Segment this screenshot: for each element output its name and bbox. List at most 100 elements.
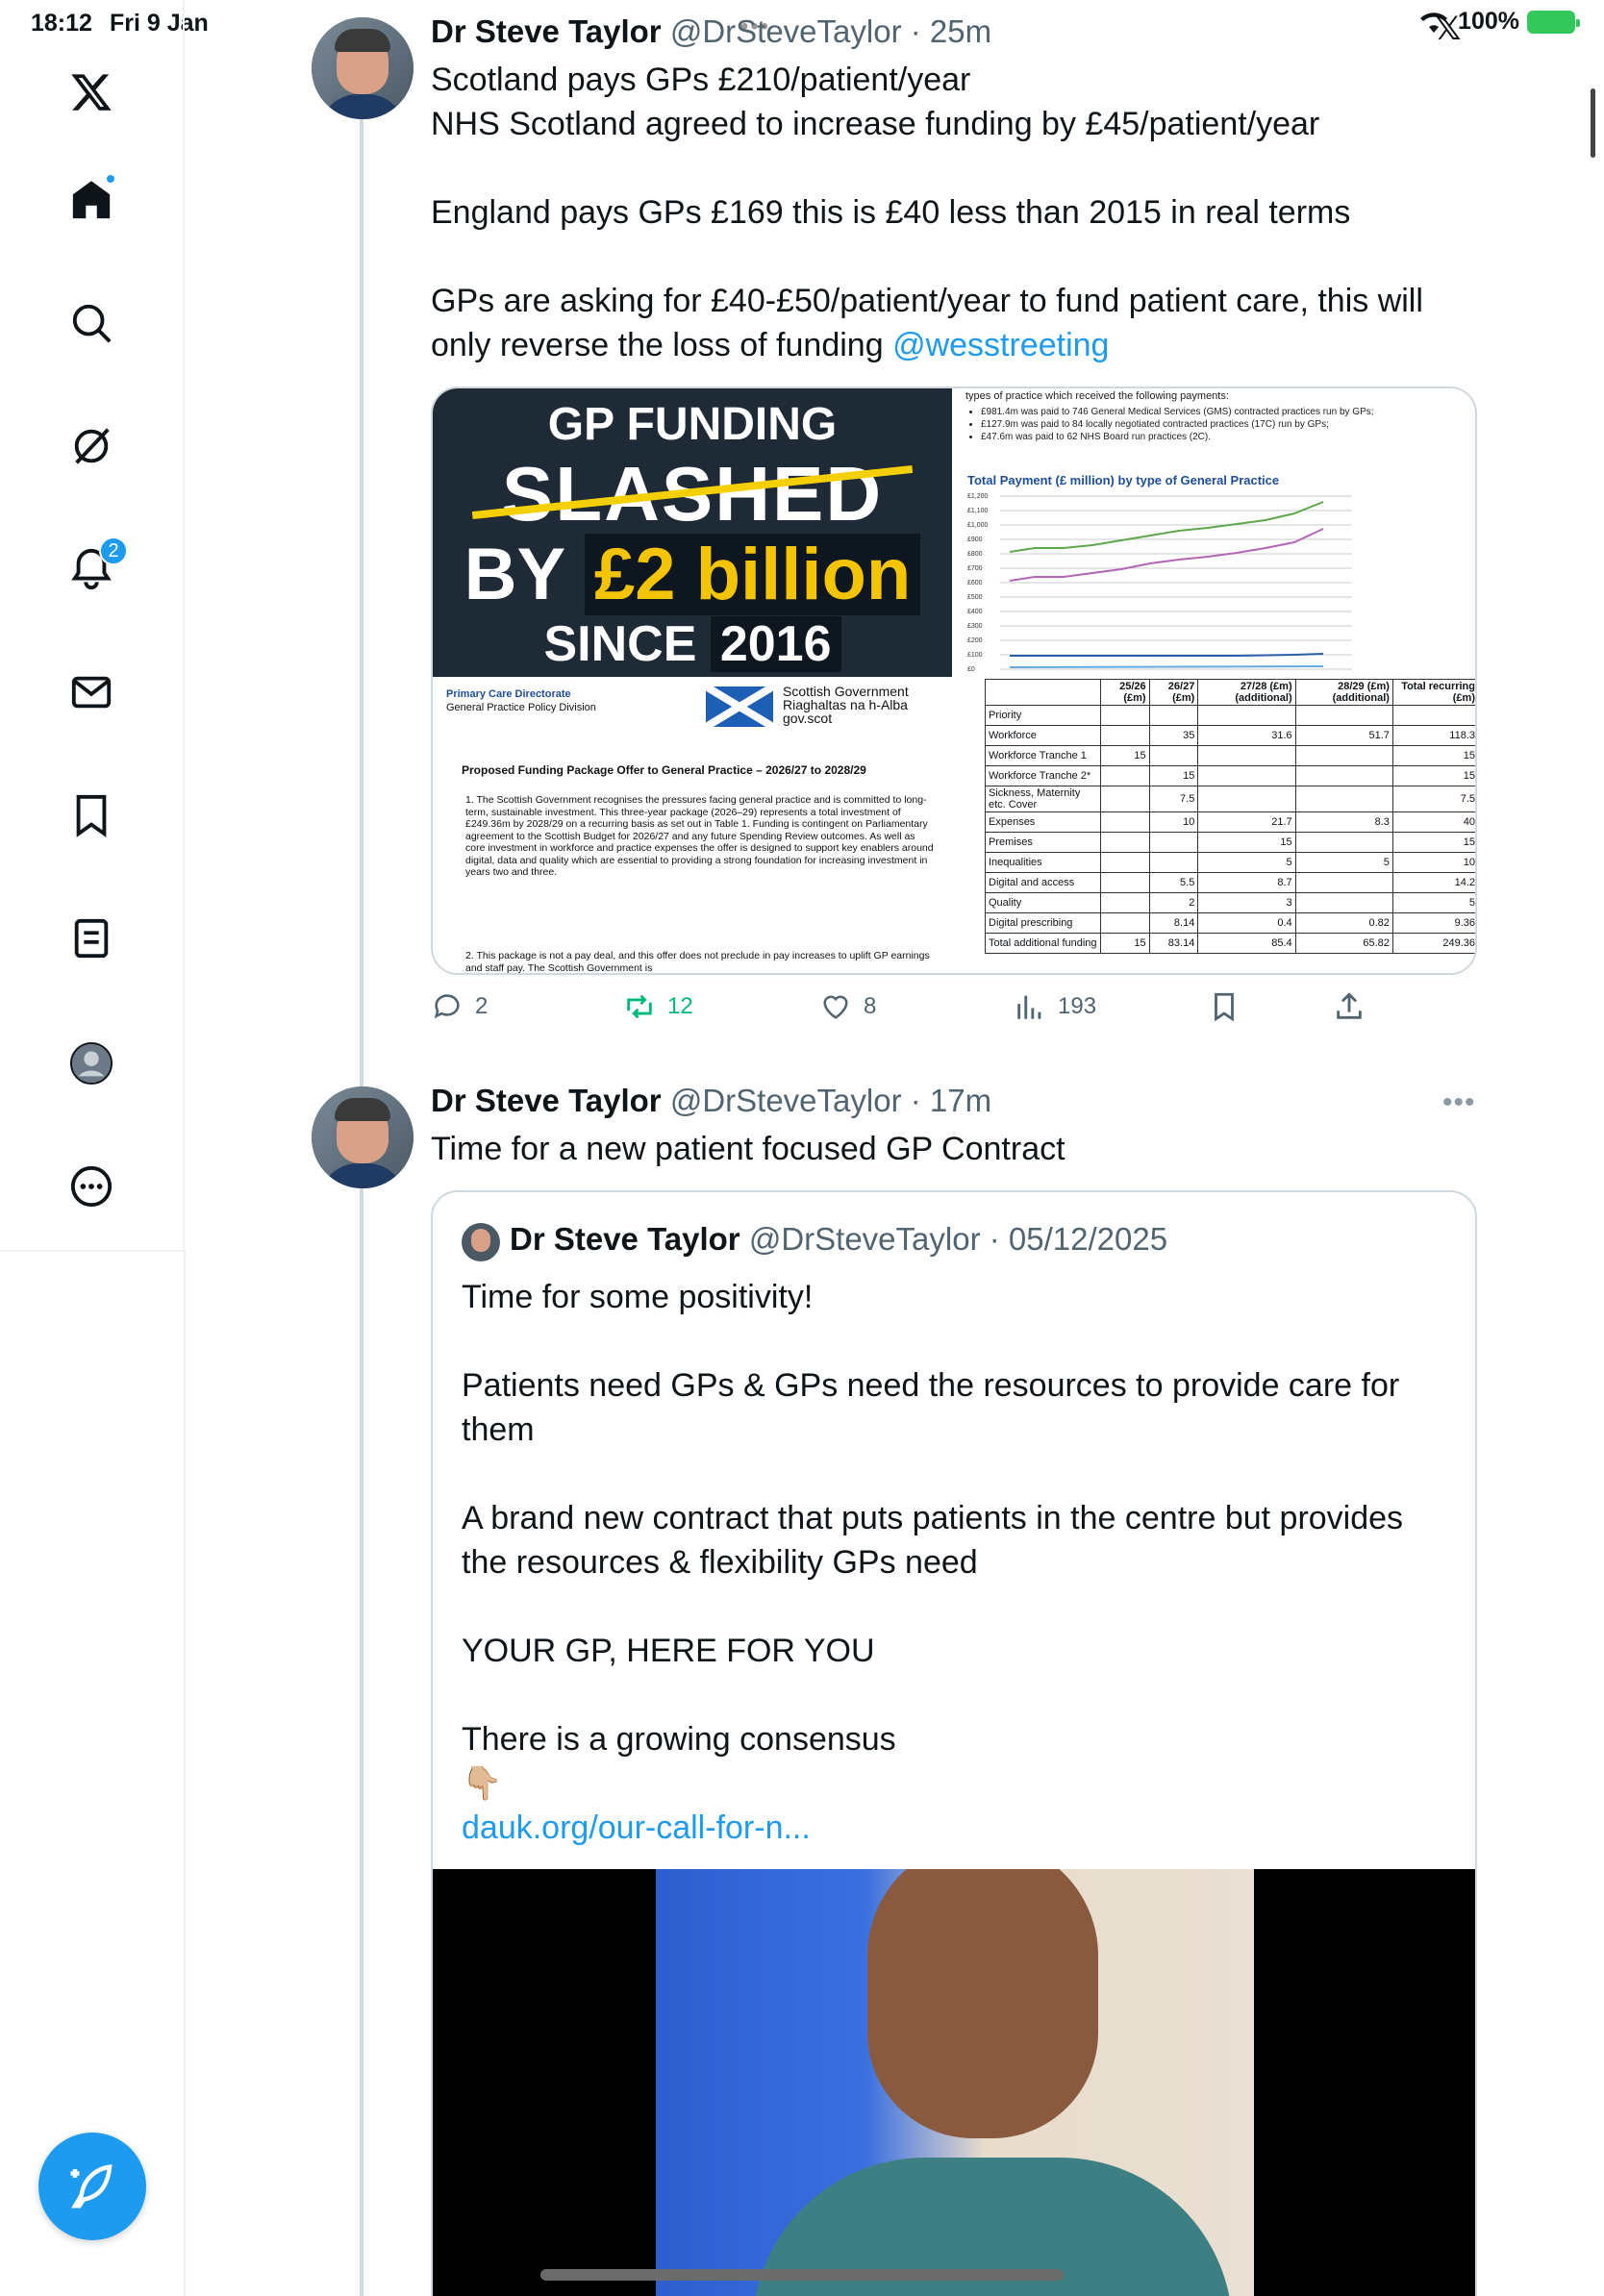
chart-ytick-label: £600	[967, 580, 983, 586]
compose-feather-icon	[70, 2164, 113, 2209]
table-header-cell: 25/26 (£m)	[1099, 679, 1150, 706]
table-row: Inequalities 5 5 10	[985, 852, 1475, 873]
home-indicator[interactable]	[540, 2269, 1064, 2281]
author-handle[interactable]: @DrSteveTaylor	[670, 1083, 902, 1118]
quote-video[interactable]	[433, 1869, 1475, 2296]
table-cell	[1294, 745, 1393, 766]
views-button[interactable]: 193	[1014, 990, 1096, 1023]
repost-button[interactable]: 12	[623, 990, 693, 1023]
mention-link[interactable]: @wesstreeting	[892, 327, 1109, 363]
views-count: 193	[1058, 993, 1097, 1019]
table-cell: Quality	[985, 892, 1101, 913]
table-cell: 21.7	[1197, 811, 1296, 833]
avatar[interactable]	[312, 17, 414, 119]
table-cell: Digital and access	[985, 872, 1101, 893]
chart-ytick-label: £500	[967, 594, 983, 601]
author-handle[interactable]: @DrSteveTaylor	[670, 13, 902, 49]
bookmark-button[interactable]	[1208, 990, 1241, 1023]
search-icon[interactable]	[63, 294, 120, 352]
quote-link[interactable]: dauk.org/our-call-for-n...	[462, 1809, 811, 1846]
doc-gov-url: gov.scot	[783, 711, 833, 726]
table-cell	[1099, 832, 1150, 853]
table-cell	[1099, 892, 1150, 913]
table-cell: 7.5	[1391, 786, 1475, 812]
series-17c-line	[1009, 528, 1324, 582]
poster-since: SINCE	[543, 616, 697, 672]
table-cell	[1099, 852, 1150, 873]
bookmark-icon[interactable]	[63, 786, 120, 844]
tweet-time[interactable]: · 17m	[911, 1083, 991, 1118]
chart-ytick-label: £300	[967, 623, 983, 630]
media-poster[interactable]: GP FUNDING SLASHED BY £2 billion SINCE 2…	[433, 388, 952, 677]
thread-line	[360, 119, 363, 2296]
table-cell	[1099, 912, 1150, 934]
like-count: 8	[864, 993, 877, 1019]
table-cell: 3	[1197, 892, 1296, 913]
poster-amount: £2 billion	[584, 534, 921, 615]
table-cell: Priority	[985, 705, 1101, 726]
chart-bullet: £47.6m was paid to 62 NHS Board run prac…	[981, 431, 1374, 443]
home-unread-dot	[105, 173, 116, 185]
doc-paragraph: 2. This package is not a pay deal, and t…	[465, 950, 930, 974]
more-circle-icon[interactable]	[63, 1158, 120, 1215]
heart-icon	[823, 995, 848, 1019]
table-cell: 10	[1148, 811, 1199, 833]
mail-icon[interactable]	[63, 663, 120, 721]
notification-badge: 2	[99, 537, 128, 565]
chart-plot: £1,200 £1,100 £1,000 £900 £800 £700 £600 £500 £4…	[967, 493, 1352, 673]
author-name[interactable]: Dr Steve Taylor	[431, 13, 662, 49]
table-cell: 5	[1391, 892, 1475, 913]
table-row: Quality 2 3 5	[985, 892, 1475, 913]
x-logo-icon[interactable]	[63, 63, 120, 121]
table-cell: 2	[1148, 892, 1199, 913]
reply-button[interactable]: 2	[431, 990, 488, 1023]
home-icon[interactable]	[63, 171, 120, 229]
doc-paragraph: 1. The Scottish Government recognises th…	[465, 794, 934, 878]
table-row: Workforce Tranche 2* 15 15	[985, 765, 1475, 786]
table-cell	[1294, 765, 1393, 786]
table-row: Digital prescribing 8.14 0.4 0.82 9.36	[985, 912, 1475, 934]
table-cell	[1148, 852, 1199, 873]
reply-count: 2	[475, 993, 489, 1019]
views-icon	[1017, 995, 1041, 1019]
media-document[interactable]: Primary Care Directorate General Practic…	[433, 679, 983, 974]
table-cell: 85.4	[1197, 933, 1296, 954]
quote-author-name: Dr Steve Taylor	[510, 1221, 740, 1257]
quoted-tweet[interactable]: Dr Steve Taylor @DrSteveTaylor · 05/12/2…	[431, 1190, 1477, 2296]
list-icon[interactable]	[63, 910, 120, 967]
tweet-media-grid[interactable]: GP FUNDING SLASHED BY £2 billion SINCE 2…	[431, 387, 1477, 975]
share-button[interactable]	[1333, 990, 1366, 1023]
avatar[interactable]	[312, 1086, 414, 1188]
profile-icon[interactable]	[63, 1035, 120, 1092]
bell-icon[interactable]: 2	[63, 537, 128, 598]
sidebar: 2	[0, 0, 185, 1250]
more-options-icon[interactable]: •••	[1442, 1086, 1476, 1119]
sidebar-divider	[0, 1250, 185, 1252]
media-table[interactable]: 25/26 (£m) 26/27 (£m) 27/28 (£m) (addition…	[985, 679, 1475, 973]
compose-button[interactable]	[38, 2133, 146, 2240]
table-cell: Premises	[985, 832, 1101, 853]
grok-icon[interactable]	[63, 417, 120, 475]
doc-gov-gaelic: Riaghaltas na h-Alba	[783, 697, 908, 712]
table-cell: 5.5	[1148, 872, 1199, 893]
media-chart[interactable]: types of practice which received the fol…	[954, 388, 1475, 677]
tweet-time[interactable]: · 25m	[911, 13, 991, 49]
table-cell: 31.6	[1197, 725, 1296, 746]
like-button[interactable]: 8	[819, 990, 876, 1023]
table-cell: Workforce Tranche 1	[985, 745, 1101, 766]
table-cell: 5	[1197, 852, 1296, 873]
chart-ytick-label: £1,200	[967, 493, 989, 500]
table-row: Workforce Tranche 1 15 15	[985, 745, 1475, 766]
table-cell: 15	[1391, 745, 1475, 766]
table-cell	[1294, 705, 1393, 726]
chart-ytick-label: £1,000	[967, 522, 989, 529]
table-cell: 15	[1148, 765, 1199, 786]
author-name[interactable]: Dr Steve Taylor	[431, 1083, 662, 1118]
table-cell: 249.36	[1391, 933, 1475, 954]
poster-line3: BY £2 billion	[433, 533, 952, 616]
tweet-text: Time for a new patient focused GP Contra…	[431, 1131, 1065, 1167]
table-cell: Inequalities	[985, 852, 1101, 873]
scroll-indicator[interactable]	[1591, 88, 1595, 158]
share-icon	[1337, 992, 1362, 1019]
doc-gov-name: Scottish Government	[783, 684, 909, 699]
